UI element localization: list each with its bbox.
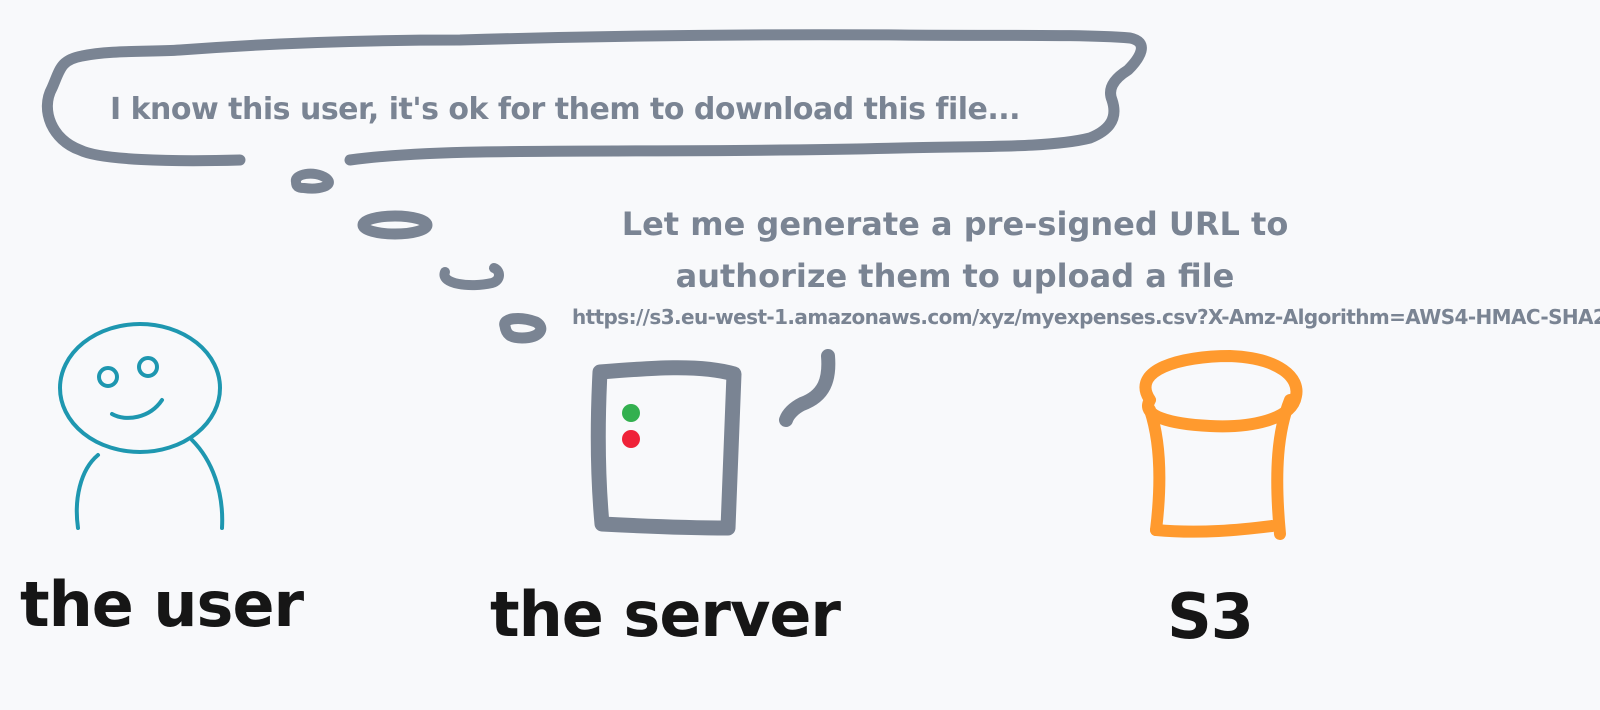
thought-trail-bubble-1	[291, 168, 334, 194]
thought-trail-bubble-3	[439, 263, 504, 291]
server-box	[590, 360, 742, 536]
thought-trail-bubble-4	[499, 313, 547, 344]
bucket-right-side	[1271, 394, 1296, 540]
server-speech-text: Let me generate a pre-signed URL to auth…	[621, 205, 1289, 295]
user-smile	[110, 398, 164, 420]
bucket-left-side	[1144, 404, 1166, 536]
user-head	[58, 322, 222, 454]
s3-label: S3	[1167, 580, 1254, 653]
stick-figure-icon	[58, 322, 225, 530]
presigned-url-text: https://s3.eu-west-1.amazonaws.com/xyz/m…	[572, 305, 1600, 329]
thought-bubble-text: I know this user, it's ok for them to do…	[110, 92, 1021, 127]
user-body-right	[190, 438, 225, 530]
server-label: the server	[490, 578, 841, 651]
user-label: the user	[20, 568, 304, 641]
bucket-bottom	[1150, 520, 1278, 538]
green-light	[622, 404, 640, 422]
server-icon	[590, 349, 836, 536]
red-light	[622, 430, 640, 448]
server-speech-mark	[779, 349, 836, 427]
user-right-eye	[137, 356, 159, 378]
bucket-rim	[1139, 350, 1303, 433]
bucket-icon	[1139, 350, 1303, 540]
thought-trail-bubble-2	[357, 210, 433, 240]
user-body-left	[74, 453, 100, 530]
user-left-eye	[97, 366, 119, 388]
